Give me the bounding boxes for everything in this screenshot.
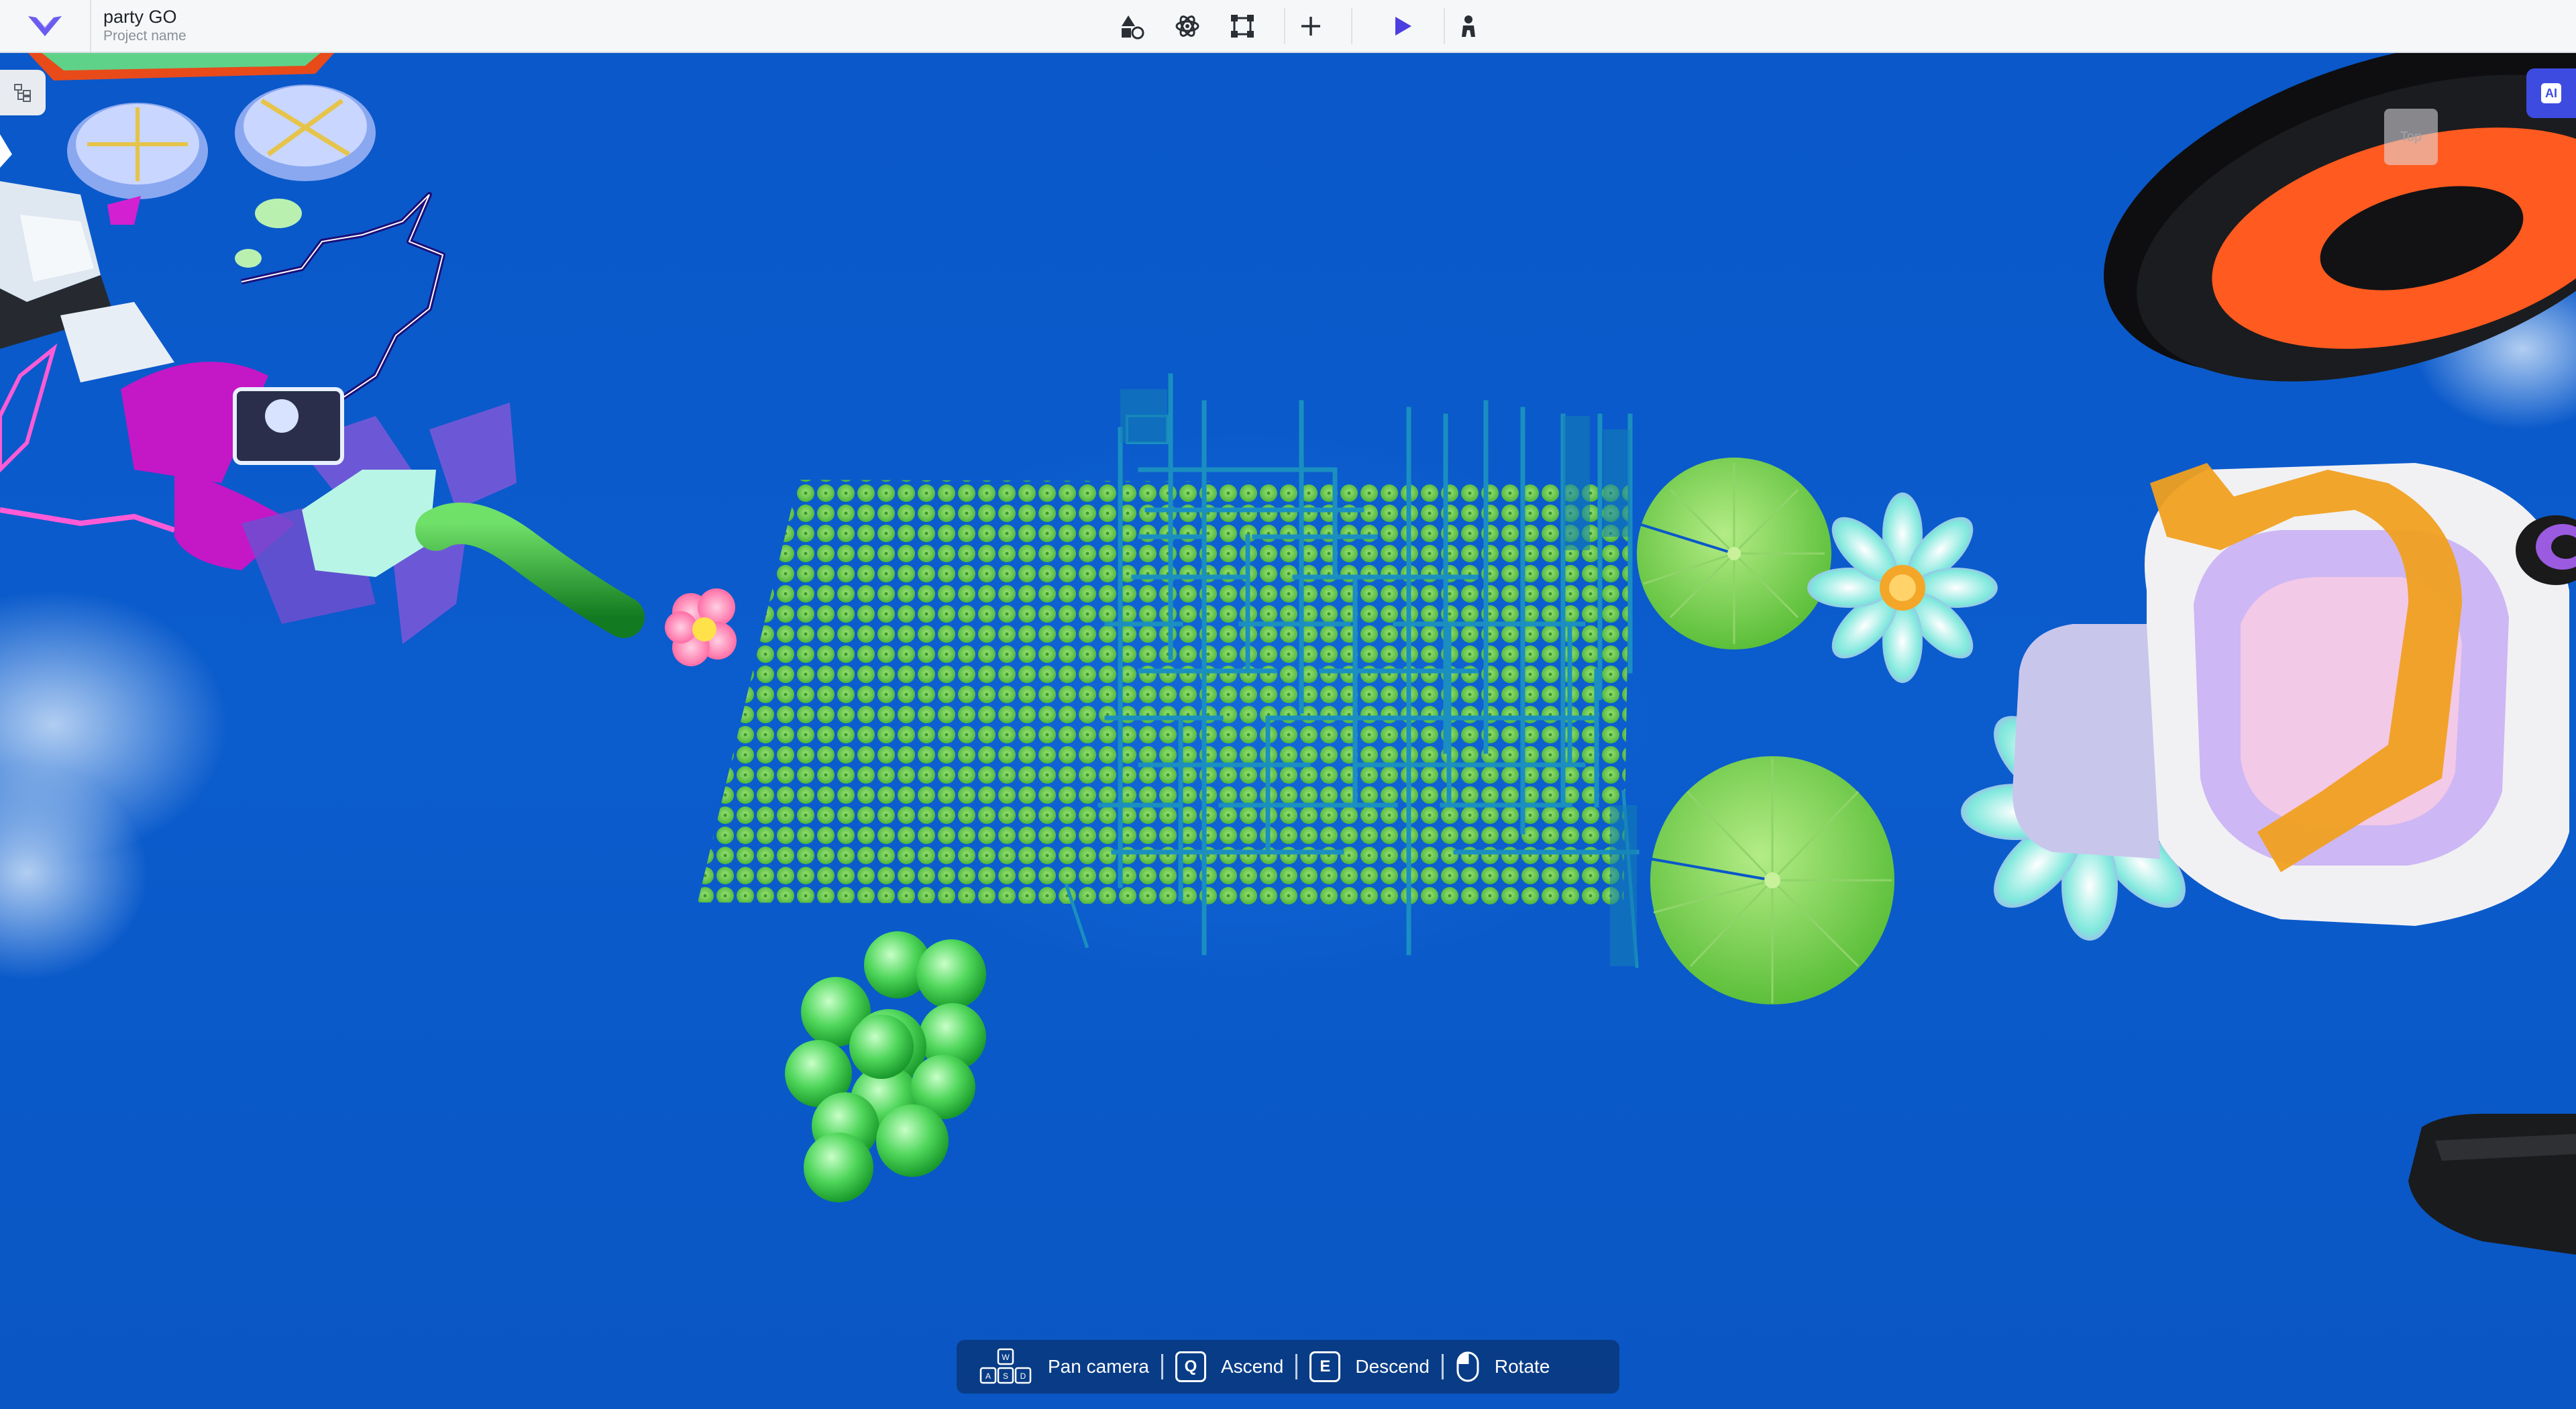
descend-hint: E Descend	[1309, 1351, 1430, 1382]
scene-outline-button[interactable]	[0, 70, 46, 115]
hint-separator	[1441, 1354, 1444, 1379]
toolbar-separator	[1284, 8, 1285, 44]
shapes-button[interactable]	[1115, 9, 1150, 43]
pan-camera-hint: W A S D Pan camera	[979, 1348, 1149, 1386]
ai-assistant-button[interactable]: AI	[2526, 68, 2576, 118]
avatar-icon	[1462, 15, 1475, 37]
hint-separator	[1161, 1354, 1163, 1379]
lily-pad-field[interactable]	[698, 480, 1630, 906]
descend-label: Descend	[1355, 1356, 1430, 1377]
key-w: W	[1002, 1353, 1010, 1362]
pan-camera-label: Pan camera	[1048, 1356, 1149, 1377]
hint-separator	[1295, 1354, 1298, 1379]
project-title[interactable]: party GO	[103, 7, 177, 28]
atom-icon	[1175, 15, 1199, 37]
key-e: E	[1309, 1351, 1341, 1382]
scene-viewport[interactable]: AI Top W A S D Pan camera Q Ascend E Des…	[0, 52, 2576, 1409]
mouse-icon	[1456, 1351, 1479, 1382]
left-props-cluster[interactable]	[0, 52, 645, 644]
camera-controls-hint: W A S D Pan camera Q Ascend E Descend Ro…	[957, 1340, 1619, 1394]
play-button[interactable]	[1385, 9, 1419, 43]
hierarchy-icon	[14, 84, 31, 102]
toolbar-separator	[1351, 8, 1352, 44]
add-icon	[1301, 17, 1320, 36]
project-subtitle: Project name	[103, 28, 186, 44]
teal-flower-top[interactable]	[1807, 492, 1998, 683]
key-a: A	[985, 1371, 991, 1381]
top-bar: party GO Project name	[0, 0, 2576, 53]
pink-flower[interactable]	[665, 588, 737, 666]
ascend-hint: Q Ascend	[1175, 1351, 1283, 1382]
frame-button[interactable]	[1225, 9, 1260, 43]
scene-canvas[interactable]	[0, 52, 2576, 1409]
avatar-button[interactable]	[1451, 9, 1486, 43]
black-block-bottom-right[interactable]	[2408, 1114, 2576, 1255]
frame-icon	[1231, 15, 1254, 38]
key-d: D	[1020, 1371, 1026, 1381]
ascend-label: Ascend	[1220, 1356, 1284, 1377]
shapes-icon	[1122, 15, 1144, 40]
big-lily-pad-top[interactable]	[1636, 458, 1831, 649]
wasd-keys-icon: W A S D	[979, 1348, 1032, 1384]
physics-button[interactable]	[1170, 9, 1205, 43]
key-q: Q	[1175, 1351, 1206, 1382]
view-cube-label: Top	[2400, 129, 2422, 144]
grape-cluster[interactable]	[785, 931, 986, 1202]
rotate-hint: Rotate	[1456, 1351, 1550, 1383]
ai-icon: AI	[2541, 83, 2561, 103]
rotate-label: Rotate	[1494, 1356, 1550, 1377]
big-lily-pad-bottom[interactable]	[1650, 756, 1894, 1004]
app-logo-icon[interactable]	[24, 9, 66, 43]
add-button[interactable]	[1293, 9, 1328, 43]
divider	[90, 0, 91, 52]
key-s: S	[1003, 1371, 1008, 1381]
toolbar-separator	[1444, 8, 1445, 44]
play-icon	[1395, 17, 1411, 36]
view-cube[interactable]: Top	[2384, 109, 2438, 165]
